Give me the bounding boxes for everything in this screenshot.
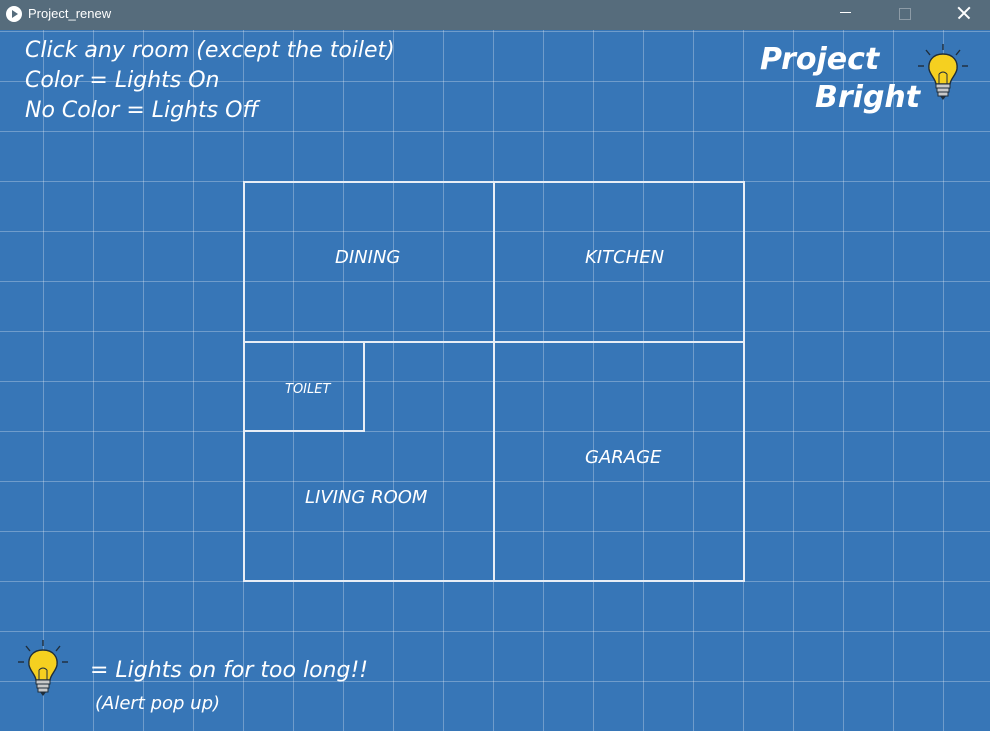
room-label-toilet: TOILET <box>285 382 331 397</box>
instruction-line-3: No Color = Lights Off <box>25 98 259 123</box>
lightbulb-icon <box>918 44 968 100</box>
legend-subtext: (Alert pop up) <box>95 693 221 714</box>
title-bar: Project_renew <box>0 0 990 30</box>
room-label-garage: GARAGE <box>585 447 662 468</box>
room-garage[interactable]: GARAGE <box>493 341 745 582</box>
window-title: Project_renew <box>28 6 112 21</box>
brand-title-line-2: Bright <box>815 80 921 115</box>
maximize-button[interactable] <box>880 0 926 30</box>
instruction-line-1: Click any room (except the toilet) <box>25 38 395 63</box>
room-kitchen[interactable]: KITCHEN <box>493 181 745 343</box>
close-button[interactable] <box>940 0 986 30</box>
legend-text: = Lights on for too long!! <box>90 658 369 683</box>
room-dining[interactable]: DINING <box>243 181 495 343</box>
lightbulb-icon <box>18 640 68 696</box>
room-label-living-room: LIVING ROOM <box>305 487 428 508</box>
room-label-dining: DINING <box>335 247 401 268</box>
brand-title-line-1: Project <box>760 42 880 77</box>
blueprint-canvas: Click any room (except the toilet) Color… <box>0 30 990 731</box>
minimize-button[interactable] <box>822 0 868 30</box>
room-label-kitchen: KITCHEN <box>585 247 665 268</box>
instruction-line-2: Color = Lights On <box>25 68 220 93</box>
app-icon <box>6 6 22 22</box>
room-toilet: TOILET <box>243 341 365 432</box>
